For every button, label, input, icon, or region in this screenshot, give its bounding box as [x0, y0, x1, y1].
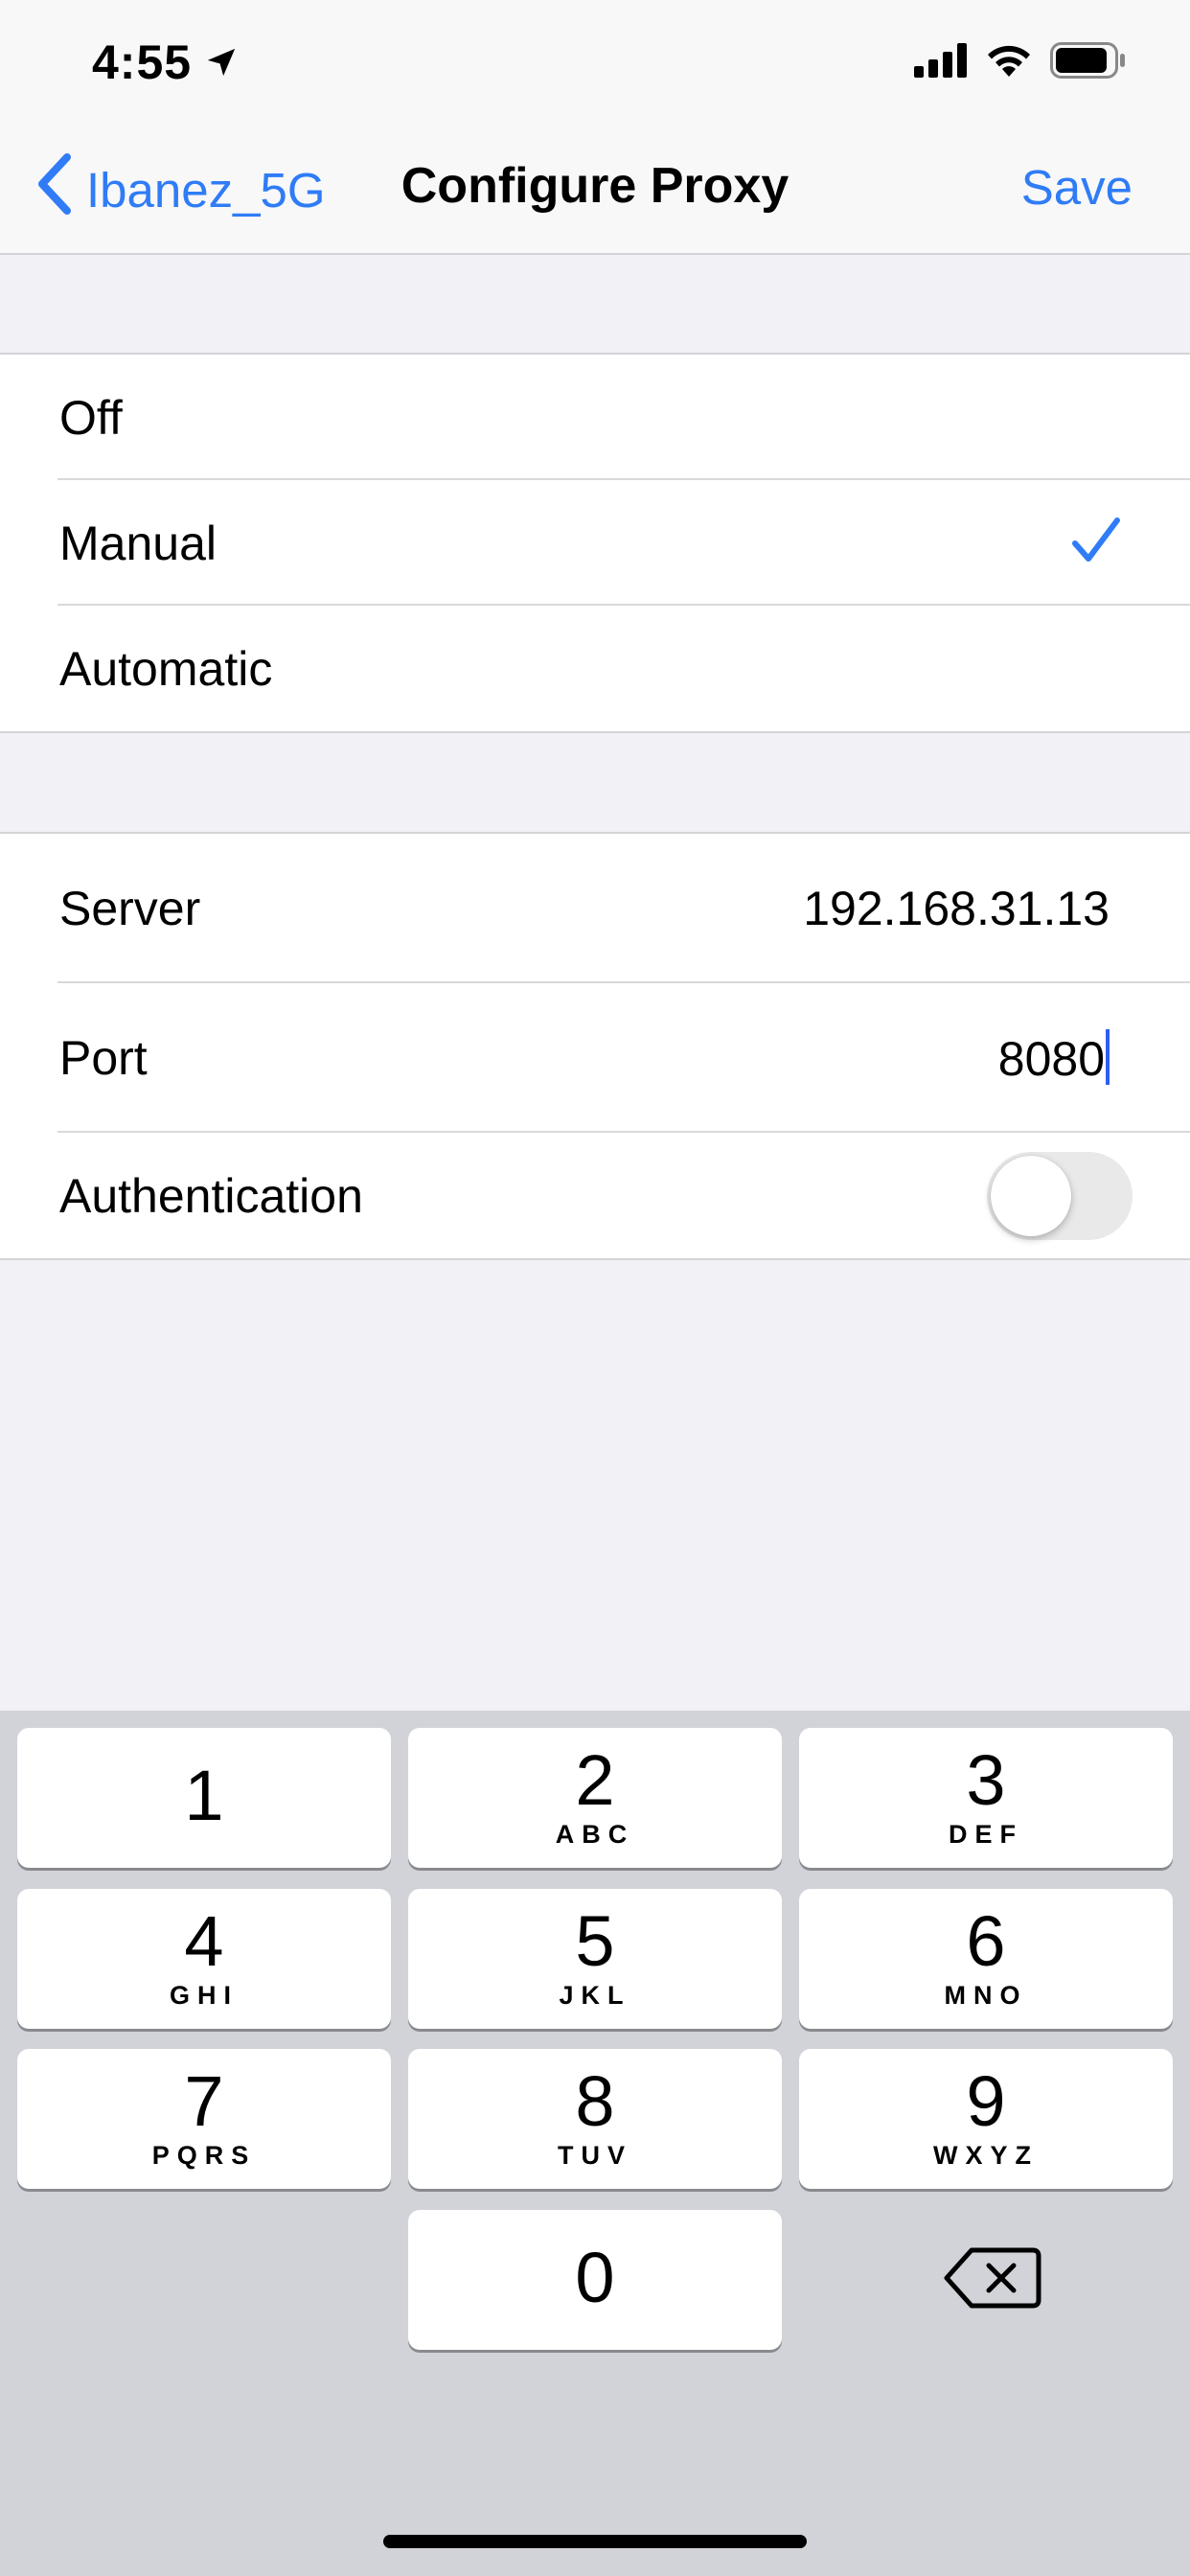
text-cursor — [1106, 1029, 1110, 1085]
wifi-icon — [985, 42, 1033, 83]
home-indicator[interactable] — [383, 2535, 807, 2548]
key-0[interactable]: 0 — [408, 2210, 782, 2350]
key-letters: MNO — [944, 1981, 1028, 2010]
key-5[interactable]: 5 JKL — [408, 1889, 782, 2029]
authentication-toggle[interactable] — [987, 1151, 1133, 1240]
location-arrow-icon — [205, 34, 238, 90]
authentication-row: Authentication — [0, 1133, 1190, 1258]
proxy-option-off[interactable]: Off — [0, 355, 1190, 480]
key-digit: 6 — [966, 1901, 1006, 1981]
key-6[interactable]: 6 MNO — [799, 1889, 1173, 2029]
port-label: Port — [59, 1031, 148, 1085]
proxy-mode-group: Off Manual Automatic — [0, 353, 1190, 733]
key-digit: 5 — [575, 1901, 615, 1981]
key-1[interactable]: 1 — [17, 1728, 391, 1868]
proxy-option-automatic[interactable]: Automatic — [0, 606, 1190, 731]
key-digit: 0 — [575, 2238, 615, 2317]
proxy-settings-group: Server 192.168.31.13 Port 8080 Authentic… — [0, 832, 1190, 1260]
key-digit: 1 — [184, 1756, 224, 1835]
key-8[interactable]: 8 TUV — [408, 2049, 782, 2189]
port-row[interactable]: Port 8080 — [0, 983, 1190, 1133]
save-button[interactable]: Save — [1021, 159, 1133, 216]
key-2[interactable]: 2 ABC — [408, 1728, 782, 1868]
key-letters: WXYZ — [933, 2141, 1039, 2170]
key-digit: 7 — [184, 2061, 224, 2141]
status-time: 4:55 — [92, 34, 238, 90]
proxy-option-manual[interactable]: Manual — [0, 480, 1190, 606]
key-digit: 9 — [966, 2061, 1006, 2141]
numeric-keypad: 1 2 ABC 3 DEF 4 GHI 5 JKL 6 MNO 7 PQRS 8… — [0, 1711, 1190, 2576]
signal-icon — [914, 43, 968, 82]
checkmark-icon — [1071, 517, 1121, 569]
time-label: 4:55 — [92, 35, 193, 89]
port-value: 8080 — [997, 1032, 1105, 1086]
backspace-icon — [943, 2247, 1042, 2315]
status-icons — [914, 42, 1127, 83]
key-digit: 2 — [575, 1740, 615, 1820]
page-title: Configure Proxy — [400, 158, 790, 214]
port-field[interactable]: 8080 — [998, 1029, 1110, 1087]
toggle-knob — [991, 1155, 1071, 1236]
key-letters: JKL — [559, 1981, 631, 2010]
key-4[interactable]: 4 GHI — [17, 1889, 391, 2029]
option-label: Off — [59, 390, 123, 445]
key-3[interactable]: 3 DEF — [799, 1728, 1173, 1868]
key-digit: 4 — [184, 1901, 224, 1981]
key-letters: PQRS — [151, 2141, 257, 2170]
authentication-label: Authentication — [59, 1168, 363, 1223]
navigation-bar: 4:55 Ibanez_5G Configure Proxy Save — [0, 0, 1190, 255]
key-digit: 3 — [966, 1740, 1006, 1820]
server-label: Server — [59, 882, 201, 935]
server-field[interactable]: 192.168.31.13 — [803, 881, 1110, 936]
key-digit: 8 — [575, 2061, 615, 2141]
option-label: Manual — [59, 516, 217, 570]
battery-icon — [1050, 42, 1127, 83]
key-letters: TUV — [558, 2141, 632, 2170]
key-9[interactable]: 9 WXYZ — [799, 2049, 1173, 2189]
key-letters: DEF — [949, 1820, 1023, 1849]
key-letters: GHI — [169, 1981, 239, 2010]
delete-key[interactable] — [943, 2244, 1042, 2312]
server-row[interactable]: Server 192.168.31.13 — [0, 834, 1190, 983]
key-letters: ABC — [555, 1820, 635, 1849]
key-7[interactable]: 7 PQRS — [17, 2049, 391, 2189]
option-label: Automatic — [59, 641, 273, 696]
